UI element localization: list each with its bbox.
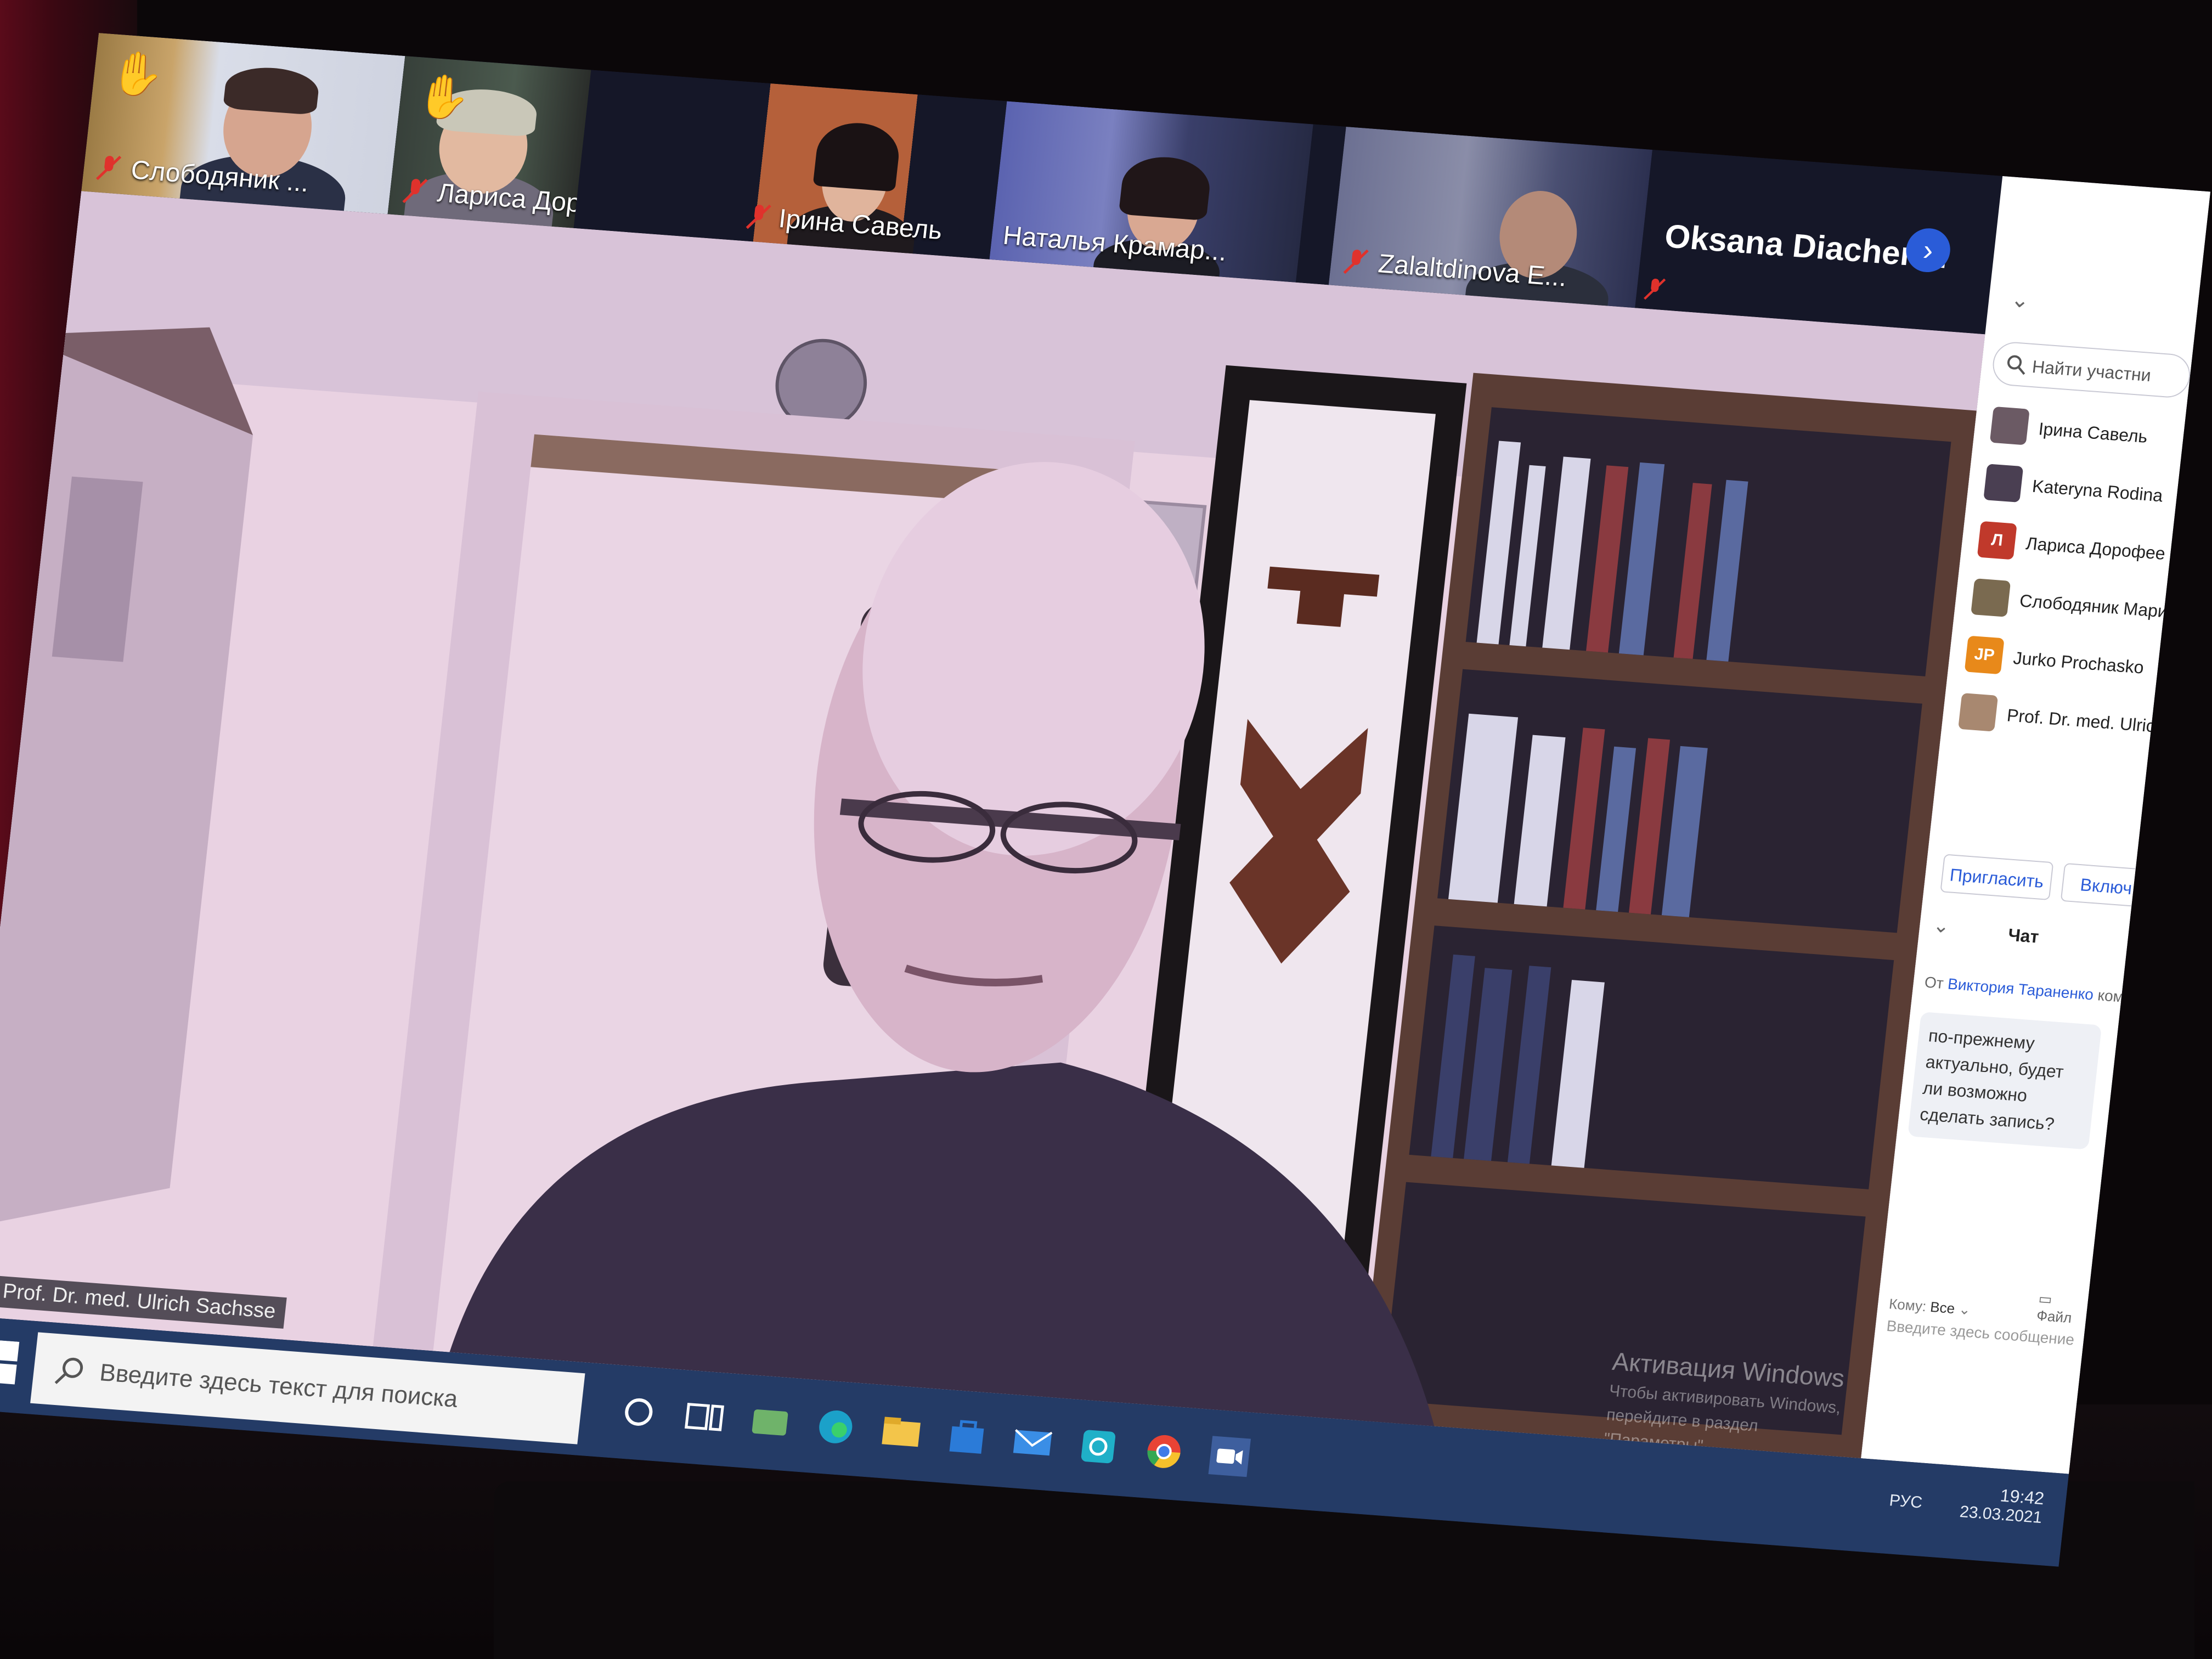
edge-browser-icon[interactable] — [808, 1401, 863, 1453]
raised-hand-icon: ✋ — [414, 71, 473, 123]
chat-title: Чат — [2007, 924, 2040, 947]
invite-button[interactable]: Пригласить — [1940, 854, 2054, 901]
avatar — [1971, 578, 2011, 617]
participant-search-input[interactable]: Найти участни — [1990, 340, 2193, 399]
participant-list-item[interactable]: Kateryna Rodina — [1983, 464, 2185, 522]
muted-mic-icon — [1343, 249, 1369, 274]
participant-tile[interactable]: Ірина Савель — [661, 76, 985, 258]
avatar: JP — [1964, 635, 2005, 675]
instagram-icon[interactable] — [1071, 1420, 1126, 1473]
file-button[interactable]: ▭ Файл — [2036, 1290, 2089, 1328]
muted-mic-icon — [402, 178, 428, 204]
participant-tile[interactable]: ✋ Слободяник ... — [81, 33, 405, 215]
avatar — [1983, 464, 2024, 503]
chrome-icon[interactable] — [1137, 1425, 1192, 1478]
avatar: Л — [1977, 521, 2017, 560]
avatar — [1958, 693, 1999, 732]
unmute-me-button[interactable]: Включ — [2060, 862, 2152, 908]
chat-message-header: От Виктория Тараненко кому Все: — [1923, 973, 2168, 1009]
muted-mic-icon — [96, 155, 122, 180]
search-icon — [2007, 355, 2025, 375]
raised-hand-icon: ✋ — [108, 48, 167, 100]
muted-mic-icon — [1644, 278, 1666, 300]
store-icon[interactable] — [940, 1410, 995, 1463]
participant-list-item[interactable]: JP Jurko Prochasko — [1963, 635, 2165, 695]
participant-tile[interactable]: ✋ Лариса Доро... — [387, 55, 591, 228]
participant-tile[interactable]: Zalaltdinova E... — [1328, 126, 1653, 308]
participant-list-item[interactable]: Л Лариса Дорофее — [1976, 521, 2178, 580]
avatar — [1989, 406, 2030, 445]
search-icon — [54, 1357, 83, 1384]
task-view-icon[interactable] — [677, 1391, 732, 1443]
chat-message: по-прежнему актуально, будет ли возможно… — [1908, 1012, 2102, 1150]
muted-mic-icon — [746, 204, 771, 229]
windows-start-icon[interactable] — [0, 1339, 20, 1386]
zoom-app-icon[interactable] — [1202, 1430, 1257, 1483]
language-indicator[interactable]: РУС — [1888, 1491, 1923, 1512]
chat-recipient-select[interactable]: Кому: Все ⌄ — [1888, 1295, 1972, 1318]
participant-tile[interactable]: Наталья Крамар... — [989, 101, 1313, 283]
speaker-scene — [0, 191, 1985, 1459]
active-speaker-video: Активация Windows Чтобы активировать Win… — [0, 191, 1985, 1459]
file-explorer-icon[interactable] — [874, 1406, 929, 1458]
monitor-screen: ✋ Слободяник ... ✋ Лариса Доро... Ірина … — [0, 33, 2211, 1567]
system-tray[interactable]: РУС 19:42 23.03.2021 — [1888, 1482, 2045, 1527]
photos-icon[interactable] — [743, 1396, 798, 1448]
collapse-chevron-icon[interactable]: ⌄ — [2010, 287, 2030, 313]
mail-icon[interactable] — [1005, 1415, 1060, 1468]
participant-list-item[interactable]: Слободяник Мари — [1970, 578, 2172, 637]
participant-list-item[interactable]: Prof. Dr. med. Ulrich Sa — [1957, 693, 2192, 752]
cortana-icon[interactable] — [612, 1386, 667, 1438]
participant-list-item[interactable]: Ірина Савель — [1989, 406, 2191, 465]
